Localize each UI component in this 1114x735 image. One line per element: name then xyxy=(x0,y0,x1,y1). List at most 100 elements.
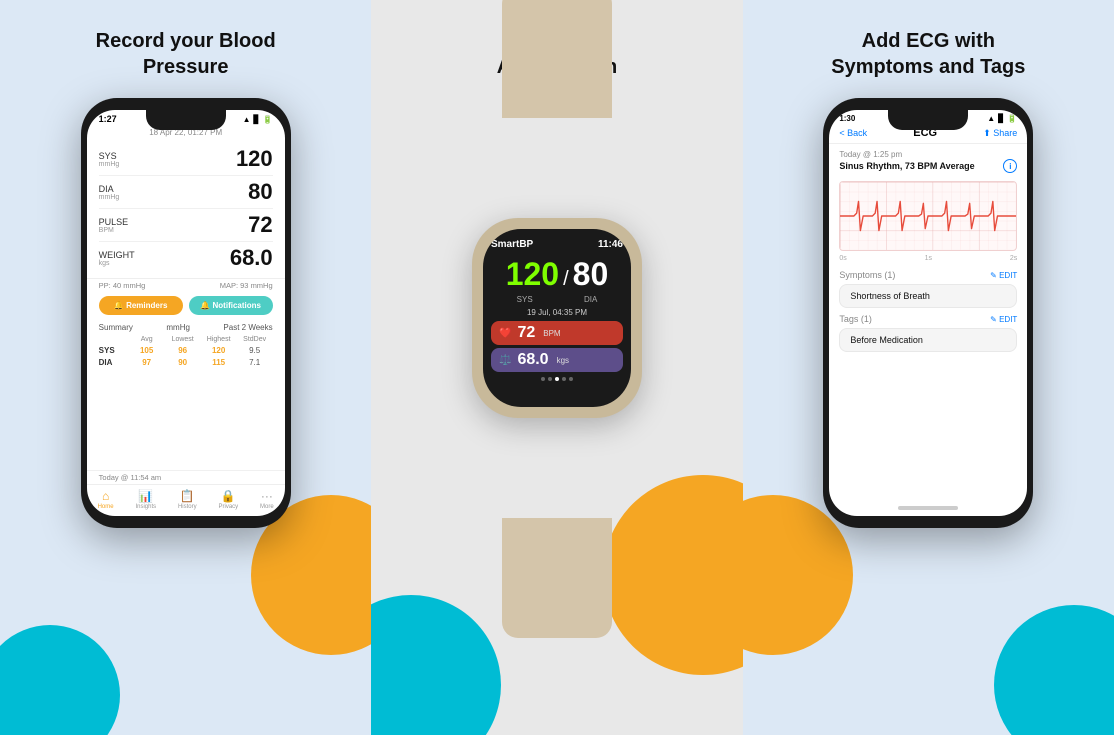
watch-band-bottom xyxy=(502,518,612,638)
bp-value-dia: 80 xyxy=(248,179,272,205)
heart-icon: ❤️ xyxy=(499,328,511,339)
sys-lowest: 96 xyxy=(165,346,201,355)
watch-dia-label: DIA xyxy=(584,295,597,304)
ecg-chart xyxy=(839,181,1017,251)
watch-dot-4 xyxy=(562,377,566,381)
watch-dot-5 xyxy=(569,377,573,381)
summary-unit: mmHg xyxy=(166,323,190,332)
watch-screen: SmartBP 11:46 120 / 80 SYS DIA 19 Jul, 0… xyxy=(483,229,631,407)
bp-value-sys: 120 xyxy=(236,146,273,172)
symptoms-chip: Shortness of Breath xyxy=(839,284,1017,308)
watch-weight-value: 68.0 xyxy=(517,351,548,369)
home-indicator-3 xyxy=(898,506,958,510)
bp-label-weight: WEIGHTkgs xyxy=(99,250,135,267)
watch-header: SmartBP 11:46 xyxy=(491,239,623,250)
tab-insights[interactable]: 📊Insights xyxy=(135,489,156,510)
panel3-title: Add ECG withSymptoms and Tags xyxy=(831,28,1025,80)
panel-ecg: Add ECG withSymptoms and Tags 1:30 ▲▊🔋 <… xyxy=(743,0,1114,735)
watch-dots xyxy=(491,377,623,381)
tab-history[interactable]: 📋History xyxy=(178,489,197,510)
watch-dot-1 xyxy=(541,377,545,381)
bp-label-pulse: PULSEBPM xyxy=(99,217,129,234)
bp-map: MAP: 93 mmHg xyxy=(220,281,273,290)
watch-weight-row: ⚖️ 68.0 kgs xyxy=(491,348,623,372)
watch-container: SmartBP 11:46 120 / 80 SYS DIA 19 Jul, 0… xyxy=(457,108,657,528)
bp-readings: SYSmmHg 120 DIAmmHg 80 PULSEBPM 72 WEIGH… xyxy=(87,139,285,279)
watch-date: 19 Jul, 04:35 PM xyxy=(491,308,623,317)
action-buttons: 🔔 Reminders 🔔 Notifications xyxy=(87,292,285,319)
summary-header: Summary mmHg Past 2 Weeks xyxy=(99,323,273,332)
watch-dia-value: 80 xyxy=(573,256,609,293)
tags-header: Tags (1) ✎ EDIT xyxy=(829,310,1027,326)
tab-bar-1: ⌂Home 📊Insights 📋History 🔒Privacy ···Mor… xyxy=(87,484,285,516)
watch-sys-value: 120 xyxy=(506,256,559,293)
bp-label-dia: DIAmmHg xyxy=(99,184,120,201)
bp-extras: PP: 40 mmHg MAP: 93 mmHg xyxy=(87,279,285,292)
bp-row-weight: WEIGHTkgs 68.0 xyxy=(99,242,273,274)
phone-notch-3 xyxy=(888,110,968,130)
phone-screen-1: 1:27 ▲▊🔋 18 Apr 22, 01:27 PM SYSmmHg 120… xyxy=(87,110,285,516)
watch-dot-2 xyxy=(548,377,552,381)
sys-highest: 120 xyxy=(201,346,237,355)
info-icon[interactable]: i xyxy=(1003,159,1017,173)
tab-more[interactable]: ···More xyxy=(260,489,274,510)
sys-stddev: 9.5 xyxy=(237,346,273,355)
summary-title: Summary xyxy=(99,323,133,332)
tags-chip: Before Medication xyxy=(839,328,1017,352)
tab-privacy[interactable]: 🔒Privacy xyxy=(218,489,238,510)
dia-avg: 97 xyxy=(129,358,165,367)
watch-band-top xyxy=(502,0,612,118)
summary-table-header: Avg Lowest Highest StdDev xyxy=(99,336,273,343)
symptoms-edit[interactable]: ✎ EDIT xyxy=(990,271,1017,280)
bp-label-sys: SYSmmHg xyxy=(99,151,120,168)
watch-weight-unit: kgs xyxy=(557,356,569,365)
watch-labels: SYS DIA xyxy=(491,295,623,304)
status-icons-1: ▲▊🔋 xyxy=(243,115,273,124)
tab-home[interactable]: ⌂Home xyxy=(98,489,114,510)
ecg-time-0: 0s xyxy=(839,255,846,262)
bp-value-weight: 68.0 xyxy=(230,245,273,271)
ecg-time-labels: 0s 1s 2s xyxy=(829,255,1027,262)
phone-notch-1 xyxy=(146,110,226,130)
watch-app-name: SmartBP xyxy=(491,239,533,250)
ecg-info: Today @ 1:25 pm Sinus Rhythm, 73 BPM Ave… xyxy=(829,144,1027,177)
bp-pp: PP: 40 mmHg xyxy=(99,281,146,290)
watch-bpm-unit: BPM xyxy=(543,329,560,338)
reminders-button[interactable]: 🔔 Reminders xyxy=(99,296,183,315)
bp-row-sys: SYSmmHg 120 xyxy=(99,143,273,176)
decorative-shape-teal-2 xyxy=(371,595,501,735)
dia-lowest: 90 xyxy=(165,358,201,367)
symptoms-header: Symptoms (1) ✎ EDIT xyxy=(829,266,1027,282)
bp-row-pulse: PULSEBPM 72 xyxy=(99,209,273,242)
ecg-timestamp: Today @ 1:25 pm xyxy=(839,150,1017,159)
decorative-shape-teal xyxy=(0,625,120,735)
summary-table: Avg Lowest Highest StdDev SYS 105 96 120… xyxy=(99,336,273,367)
notifications-button[interactable]: 🔔 Notifications xyxy=(189,296,273,315)
panel-apple-watch: Connect toApple Watch SmartBP 11:46 120 … xyxy=(371,0,742,735)
bp-value-pulse: 72 xyxy=(248,212,272,238)
scale-icon: ⚖️ xyxy=(499,355,511,366)
symptoms-title: Symptoms (1) xyxy=(839,270,895,280)
ecg-time-2: 2s xyxy=(1010,255,1017,262)
watch-sys-label: SYS xyxy=(517,295,533,304)
nav-share[interactable]: ⬆ Share xyxy=(983,128,1017,139)
sys-avg: 105 xyxy=(129,346,165,355)
watch-time: 11:46 xyxy=(598,239,623,250)
tags-title: Tags (1) xyxy=(839,314,872,324)
watch-bpm-row: ❤️ 72 BPM xyxy=(491,321,623,345)
today-text: Today @ 11:54 am xyxy=(87,470,285,484)
status-time-3: 1:30 xyxy=(839,114,855,123)
summary-section: Summary mmHg Past 2 Weeks Avg Lowest Hig… xyxy=(87,319,285,470)
dia-highest: 115 xyxy=(201,358,237,367)
tags-edit[interactable]: ✎ EDIT xyxy=(990,315,1017,324)
phone-screen-3: 1:30 ▲▊🔋 < Back ECG ⬆ Share Today @ 1:25… xyxy=(829,110,1027,516)
phone-frame-3: 1:30 ▲▊🔋 < Back ECG ⬆ Share Today @ 1:25… xyxy=(823,98,1033,528)
watch-dot-3 xyxy=(555,377,559,381)
status-time-1: 1:27 xyxy=(99,114,117,124)
dia-stddev: 7.1 xyxy=(237,358,273,367)
summary-row-sys: SYS 105 96 120 9.5 xyxy=(99,346,273,355)
watch-body: SmartBP 11:46 120 / 80 SYS DIA 19 Jul, 0… xyxy=(472,218,642,418)
watch-bpm-value: 72 xyxy=(517,324,535,342)
summary-period: Past 2 Weeks xyxy=(223,323,272,332)
nav-back[interactable]: < Back xyxy=(839,128,867,138)
